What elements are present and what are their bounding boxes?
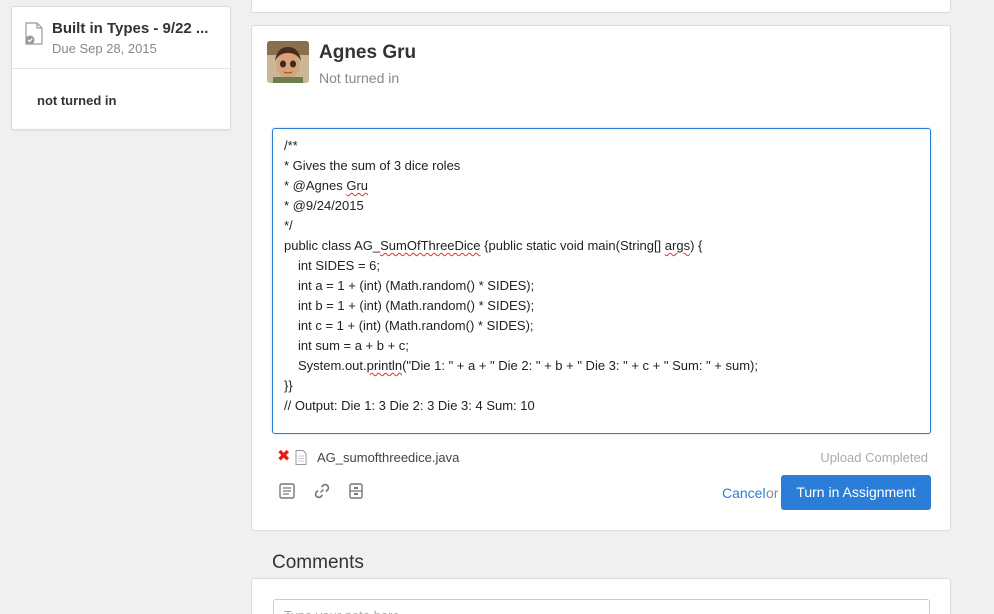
document-icon xyxy=(25,22,43,45)
student-name: Agnes Gru xyxy=(319,42,417,63)
turn-in-button[interactable]: Turn in Assignment xyxy=(781,475,931,510)
code-line: * @9/24/2015 xyxy=(284,198,364,213)
assignment-card-header[interactable]: Built in Types - 9/22 ... Due Sep 28, 20… xyxy=(12,7,230,69)
assignment-card[interactable]: Built in Types - 9/22 ... Due Sep 28, 20… xyxy=(11,6,231,130)
code-line: int SIDES = 6; xyxy=(298,258,381,273)
upload-status: Upload Completed xyxy=(820,450,928,465)
attachment-row: ✖ AG_sumofthreedice.java xyxy=(277,448,459,466)
code-line: */ xyxy=(284,218,293,233)
assignment-due-date: Due Sep 28, 2015 xyxy=(52,41,157,56)
student-status: Not turned in xyxy=(319,70,400,86)
assignment-status: not turned in xyxy=(37,93,117,108)
or-text: or xyxy=(766,485,779,501)
code-line: int c = 1 + (int) (Math.random() * SIDES… xyxy=(298,318,534,333)
code-line: int sum = a + b + c; xyxy=(298,338,409,353)
link-icon[interactable] xyxy=(313,482,331,500)
code-line: int b = 1 + (int) (Math.random() * SIDES… xyxy=(298,298,535,313)
assignment-title[interactable]: Built in Types - 9/22 ... xyxy=(52,20,222,37)
code-line: int a = 1 + (int) (Math.random() * SIDES… xyxy=(298,278,535,293)
attachment-filename[interactable]: AG_sumofthreedice.java xyxy=(317,450,459,465)
code-line: }} xyxy=(284,378,293,393)
code-line: * @Agnes Gru xyxy=(284,178,369,193)
submission-card: Agnes Gru Not turned in /** * Gives the … xyxy=(251,25,951,531)
submission-text-editor[interactable]: /** * Gives the sum of 3 dice roles * @A… xyxy=(272,128,931,434)
file-icon xyxy=(295,449,307,465)
comments-heading: Comments xyxy=(272,552,364,573)
previous-card xyxy=(251,0,951,13)
code-line: // Output: Die 1: 3 Die 2: 3 Die 3: 4 Su… xyxy=(284,398,535,413)
code-line: public class AG_SumOfThreeDice {public s… xyxy=(284,238,703,253)
text-icon[interactable] xyxy=(278,482,296,500)
code-line: /** xyxy=(284,138,298,153)
avatar xyxy=(267,41,309,83)
comments-card xyxy=(251,578,951,614)
drive-icon[interactable] xyxy=(347,482,365,500)
comment-input[interactable] xyxy=(273,599,930,614)
code-line: System.out.println("Die 1: " + a + " Die… xyxy=(298,358,758,373)
code-line: * Gives the sum of 3 dice roles xyxy=(284,158,461,173)
remove-icon[interactable]: ✖ xyxy=(277,449,291,465)
cancel-link[interactable]: Cancel xyxy=(722,485,766,501)
